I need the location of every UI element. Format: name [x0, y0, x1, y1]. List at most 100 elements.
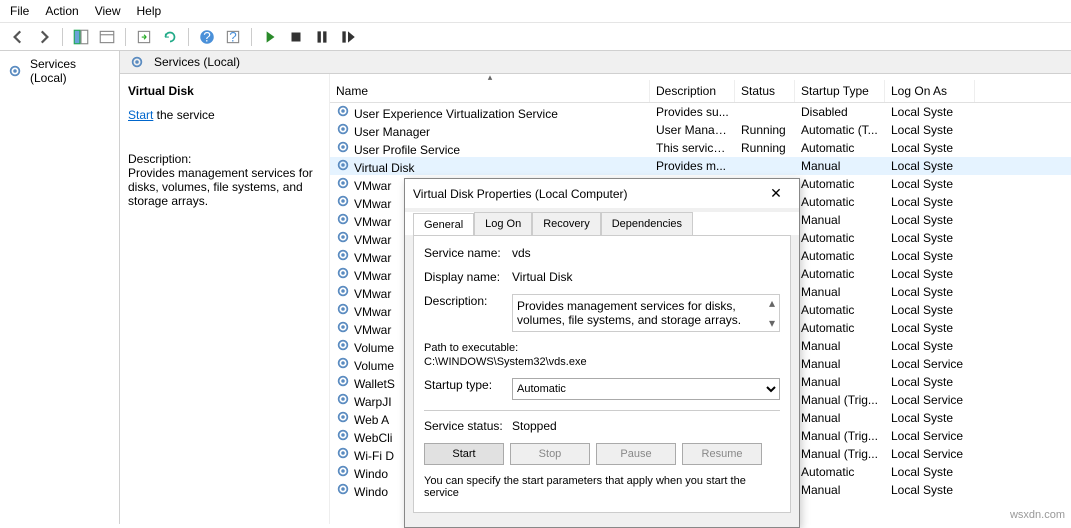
gear-icon [336, 410, 350, 424]
toolbar: ? ? [0, 23, 1071, 51]
scroll-up-icon[interactable]: ▴ [766, 296, 778, 310]
value-service-name: vds [512, 246, 780, 260]
detail-desc: Provides management services for disks, … [128, 166, 321, 208]
col-description[interactable]: Description [650, 80, 735, 102]
gear-icon [336, 176, 350, 190]
start-link[interactable]: Start [128, 108, 153, 122]
detail-action: Start the service [128, 108, 321, 122]
gear-icon [336, 194, 350, 208]
separator [188, 28, 189, 46]
help2-button[interactable]: ? [223, 27, 243, 47]
dialog-body: Service name:vds Display name:Virtual Di… [413, 235, 791, 513]
hint-text: You can specify the start parameters tha… [424, 475, 780, 499]
gear-icon [336, 356, 350, 370]
resume-button: Resume [682, 443, 762, 465]
start-button[interactable]: Start [424, 443, 504, 465]
gear-icon [336, 428, 350, 442]
gear-icon [336, 122, 350, 136]
start-service-button[interactable] [260, 27, 280, 47]
help-button[interactable]: ? [197, 27, 217, 47]
gear-icon [336, 392, 350, 406]
export-button[interactable] [134, 27, 154, 47]
tree-root[interactable]: Services (Local) [6, 55, 113, 87]
tree-root-label: Services (Local) [30, 57, 111, 85]
services-icon [130, 55, 144, 69]
tab-logon[interactable]: Log On [474, 212, 532, 235]
pause-button: Pause [596, 443, 676, 465]
scrollbar[interactable]: ▴▾ [766, 296, 778, 330]
label-display-name: Display name: [424, 270, 512, 284]
menu-action[interactable]: Action [45, 4, 78, 18]
watermark: wsxdn.com [1010, 509, 1065, 521]
cell-logon: Local Syste [885, 479, 975, 501]
gear-icon [336, 338, 350, 352]
separator [251, 28, 252, 46]
col-name[interactable]: Name [330, 80, 650, 102]
gear-icon [336, 302, 350, 316]
col-logon[interactable]: Log On As [885, 80, 975, 102]
restart-service-button[interactable] [338, 27, 358, 47]
properties-dialog: Virtual Disk Properties (Local Computer)… [404, 178, 800, 528]
cell-status [735, 108, 795, 116]
label-status: Service status: [424, 419, 512, 433]
gear-icon [336, 284, 350, 298]
divider [424, 410, 780, 411]
detail-desc-label: Description: [128, 152, 321, 166]
value-path: C:\WINDOWS\System32\vds.exe [424, 356, 780, 368]
gear-icon [336, 464, 350, 478]
dialog-tabs: General Log On Recovery Dependencies [405, 212, 799, 235]
label-description: Description: [424, 294, 512, 332]
tab-dependencies[interactable]: Dependencies [601, 212, 693, 235]
label-path: Path to executable: [424, 342, 780, 354]
svg-text:?: ? [203, 29, 211, 44]
close-button[interactable]: ✕ [761, 185, 791, 202]
gear-icon [336, 248, 350, 262]
gear-icon [336, 212, 350, 226]
gear-icon [336, 482, 350, 496]
start-suffix: the service [153, 108, 214, 122]
svg-text:?: ? [229, 29, 237, 44]
value-display-name: Virtual Disk [512, 270, 780, 284]
value-description[interactable]: Provides management services for disks, … [512, 294, 780, 332]
menu-bar: File Action View Help [0, 0, 1071, 23]
cell-status: Running [735, 137, 795, 159]
content-title: Services (Local) [154, 55, 240, 69]
label-service-name: Service name: [424, 246, 512, 260]
gear-icon [336, 158, 350, 172]
tree-pane: Services (Local) [0, 51, 120, 524]
refresh-button[interactable] [160, 27, 180, 47]
menu-view[interactable]: View [95, 4, 121, 18]
back-button[interactable] [8, 27, 28, 47]
separator [125, 28, 126, 46]
properties-button[interactable] [97, 27, 117, 47]
control-buttons: Start Stop Pause Resume [424, 443, 780, 465]
col-status[interactable]: Status [735, 80, 795, 102]
dialog-title: Virtual Disk Properties (Local Computer) [413, 187, 628, 201]
cell-status [735, 162, 795, 170]
show-hide-tree-button[interactable] [71, 27, 91, 47]
gear-icon [336, 446, 350, 460]
menu-help[interactable]: Help [137, 4, 162, 18]
gear-icon [336, 140, 350, 154]
pause-service-button[interactable] [312, 27, 332, 47]
gear-icon [336, 104, 350, 118]
value-status: Stopped [512, 419, 780, 433]
menu-file[interactable]: File [10, 4, 29, 18]
column-headers: Name Description Status Startup Type Log… [330, 80, 1071, 103]
col-startup[interactable]: Startup Type [795, 80, 885, 102]
startup-select[interactable]: Automatic [512, 378, 780, 400]
stop-service-button[interactable] [286, 27, 306, 47]
services-icon [8, 64, 22, 78]
tab-recovery[interactable]: Recovery [532, 212, 600, 235]
tab-general[interactable]: General [413, 213, 474, 236]
scroll-down-icon[interactable]: ▾ [766, 316, 778, 330]
label-startup: Startup type: [424, 378, 512, 400]
cell-desc: Provides m... [650, 155, 735, 177]
detail-pane: Virtual Disk Start the service Descripti… [120, 74, 330, 524]
dialog-titlebar[interactable]: Virtual Disk Properties (Local Computer)… [405, 179, 799, 208]
gear-icon [336, 230, 350, 244]
cell-startup: Manual [795, 479, 885, 501]
separator [62, 28, 63, 46]
stop-button: Stop [510, 443, 590, 465]
forward-button[interactable] [34, 27, 54, 47]
